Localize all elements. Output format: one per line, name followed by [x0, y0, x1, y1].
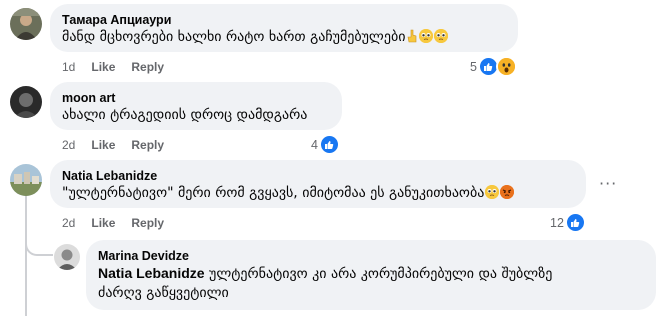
angry-face-emoji [500, 185, 515, 199]
comment-bubble: moon art ახალი ტრაგედიის დროც დამდგარა [50, 82, 342, 130]
reaction-count: 12 [550, 215, 564, 230]
avatar[interactable] [10, 8, 42, 40]
comment-text: "ულტერნატივო" მერი რომ გვყავს, იმიტომაა … [62, 184, 574, 203]
more-options-button[interactable]: ··· [599, 174, 617, 193]
timestamp[interactable]: 2d [62, 216, 75, 230]
like-icon [564, 212, 586, 233]
reaction-count: 4 [311, 137, 318, 152]
comment-actions: 1d Like Reply [62, 60, 164, 74]
reply-button[interactable]: Reply [131, 60, 164, 74]
pointing-hand-emoji [406, 29, 418, 43]
comment-bubble: Natia Lebanidze "ულტერნატივო" მერი რომ გ… [50, 160, 586, 208]
mention-link[interactable]: Natia Lebanidze [98, 265, 205, 281]
pleading-face-emoji [485, 185, 500, 199]
wow-icon [495, 56, 517, 77]
reaction-summary[interactable]: 4 [311, 134, 340, 155]
comment-bubble: Marina Devidze Natia Lebanidze ულტერნატი… [86, 240, 656, 310]
comment-actions: 2d Like Reply [62, 138, 164, 152]
comment-text: მანდ მცხოვრები ხალხი რატო ხართ გაჩუმებულ… [62, 28, 506, 47]
avatar[interactable] [10, 164, 42, 196]
reply-button[interactable]: Reply [131, 216, 164, 230]
like-button[interactable]: Like [91, 138, 115, 152]
reaction-summary[interactable]: 5 [470, 56, 517, 77]
author-name[interactable]: Natia Lebanidze [62, 168, 574, 184]
reaction-summary[interactable]: 12 [550, 212, 586, 233]
comment-text: ახალი ტრაგედიის დროც დამდგარა [62, 107, 308, 123]
comment-text: Natia Lebanidze ულტერნატივო კი არა კორუმ… [98, 265, 553, 282]
thread-line [25, 196, 27, 316]
comment-bubble: Тамара Апциаури მანდ მცხოვრები ხალხი რატ… [50, 4, 518, 52]
like-icon [318, 134, 340, 155]
timestamp[interactable]: 2d [62, 138, 75, 152]
reaction-count: 5 [470, 59, 477, 74]
like-button[interactable]: Like [91, 216, 115, 230]
like-button[interactable]: Like [91, 60, 115, 74]
comment-actions: 2d Like Reply [62, 216, 164, 230]
pleading-face-emoji [419, 29, 434, 43]
reply-button[interactable]: Reply [131, 138, 164, 152]
avatar[interactable] [10, 86, 42, 118]
author-name[interactable]: Тамара Апциаури [62, 12, 506, 28]
author-name[interactable]: moon art [62, 90, 330, 106]
avatar[interactable] [54, 244, 80, 270]
thread-connector [25, 228, 53, 256]
pleading-face-emoji [434, 29, 449, 43]
author-name[interactable]: Marina Devidze [98, 248, 644, 264]
timestamp[interactable]: 1d [62, 60, 75, 74]
comment-text-continued: ძარღვ გაწყვეტილი [98, 285, 229, 301]
